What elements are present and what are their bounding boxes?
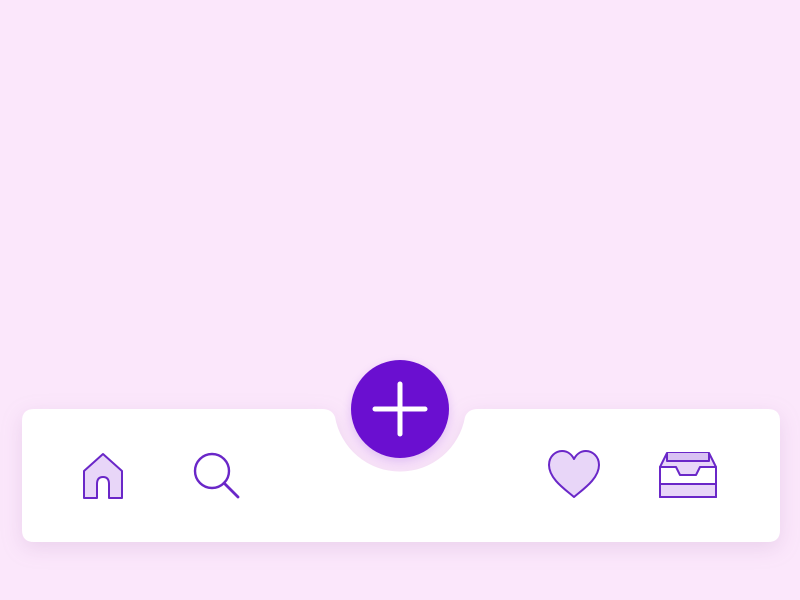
inbox-tray-icon [659,452,717,498]
add-button[interactable] [351,360,449,458]
plus-icon [372,381,428,437]
tab-search[interactable] [190,449,244,503]
tab-home[interactable] [78,449,128,503]
tab-favorites[interactable] [545,447,603,503]
tab-inbox[interactable] [656,447,720,503]
search-icon [193,452,240,499]
app-screen [0,0,800,600]
heart-icon [548,450,600,498]
home-icon [83,453,123,499]
